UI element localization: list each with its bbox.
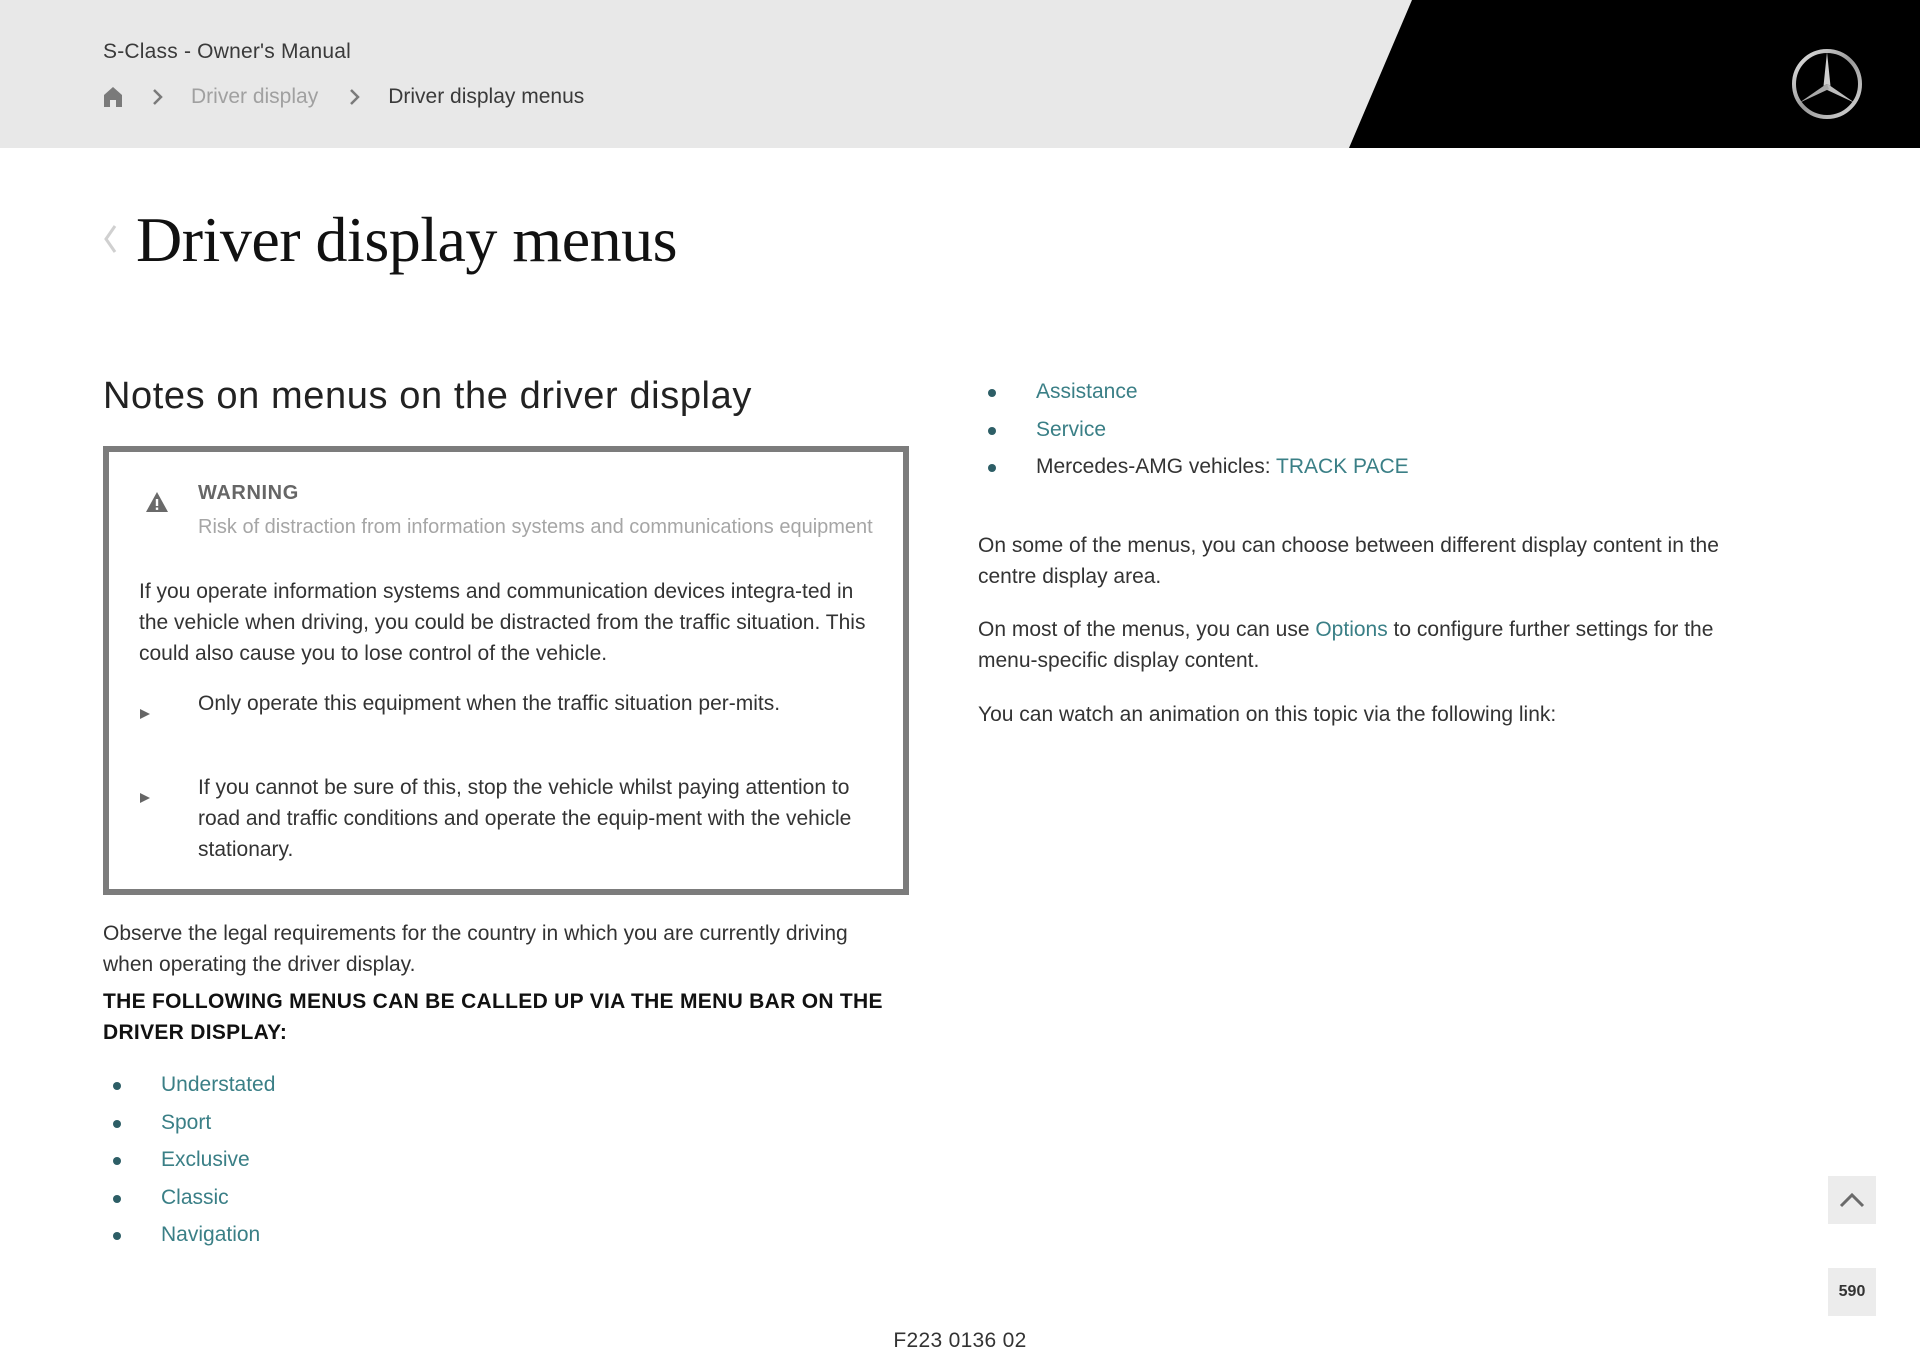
options-link[interactable]: Options: [1315, 618, 1387, 641]
scroll-to-top-button[interactable]: [1828, 1176, 1876, 1224]
figure-code: F223 0136 02: [893, 1329, 1027, 1352]
warning-box: WARNING Risk of distraction from informa…: [103, 446, 909, 895]
bullet-icon: [988, 426, 996, 435]
mercedes-star-logo[interactable]: [1790, 47, 1864, 121]
warning-step-text: If you cannot be sure of this, stop the …: [198, 776, 852, 861]
triangle-right-icon: [139, 782, 151, 803]
bullet-icon: [988, 389, 996, 397]
paragraph-display-content: On some of the menus, you can choose bet…: [978, 534, 1719, 588]
warning-body: If you operate information systems and c…: [139, 580, 866, 665]
chevron-left-icon[interactable]: [102, 222, 118, 256]
chevron-right-icon: [151, 87, 165, 107]
menu-link-assistance[interactable]: Assistance: [1036, 380, 1138, 403]
chevron-right-icon: [348, 87, 362, 107]
paragraph-options: On most of the menus, you can use Option…: [978, 614, 1768, 676]
bullet-icon: [988, 464, 996, 472]
legal-note: Observe the legal requirements for the c…: [103, 922, 848, 976]
paragraph-animation: You can watch an animation on this topic…: [978, 703, 1557, 726]
page-number-badge[interactable]: 590: [1828, 1268, 1876, 1316]
paragraph-text: On most of the menus, you can use: [978, 618, 1316, 641]
triangle-right-icon: [139, 698, 151, 719]
warning-subtitle: Risk of distraction from information sys…: [198, 516, 873, 538]
menu-link-exclusive[interactable]: Exclusive: [161, 1145, 250, 1175]
menu-link-understated[interactable]: Understated: [161, 1070, 275, 1100]
menu-link-classic[interactable]: Classic: [161, 1183, 229, 1213]
page-title: Driver display menus: [136, 204, 678, 275]
menu-link-track-pace[interactable]: TRACK PACE: [1276, 455, 1409, 478]
warning-label: WARNING: [198, 482, 299, 504]
chevron-up-icon: [1839, 1192, 1865, 1208]
menus-heading: THE FOLLOWING MENUS CAN BE CALLED UP VIA…: [103, 990, 883, 1044]
warning-step-text: Only operate this equipment when the tra…: [198, 692, 781, 715]
menu-link-navigation[interactable]: Navigation: [161, 1220, 260, 1250]
breadcrumb: Driver display Driver display menus: [103, 83, 584, 111]
menu-prefix: Mercedes-AMG vehicles:: [1036, 455, 1277, 478]
warning-triangle-icon: [145, 490, 169, 514]
bullet-icon: [113, 1157, 121, 1165]
bullet-icon: [113, 1119, 121, 1128]
manual-title[interactable]: S-Class - Owner's Manual: [103, 40, 351, 64]
breadcrumb-item-driver-display[interactable]: Driver display: [191, 85, 318, 109]
breadcrumb-item-current: Driver display menus: [388, 85, 585, 108]
home-icon[interactable]: [103, 86, 123, 108]
page-number: 590: [1838, 1283, 1866, 1300]
menu-link-service[interactable]: Service: [1036, 418, 1106, 441]
bullet-icon: [113, 1082, 121, 1090]
bullet-icon: [113, 1194, 121, 1203]
section-title: Notes on menus on the driver display: [103, 375, 752, 417]
bullet-icon: [113, 1232, 121, 1240]
menu-link-sport[interactable]: Sport: [161, 1108, 211, 1138]
